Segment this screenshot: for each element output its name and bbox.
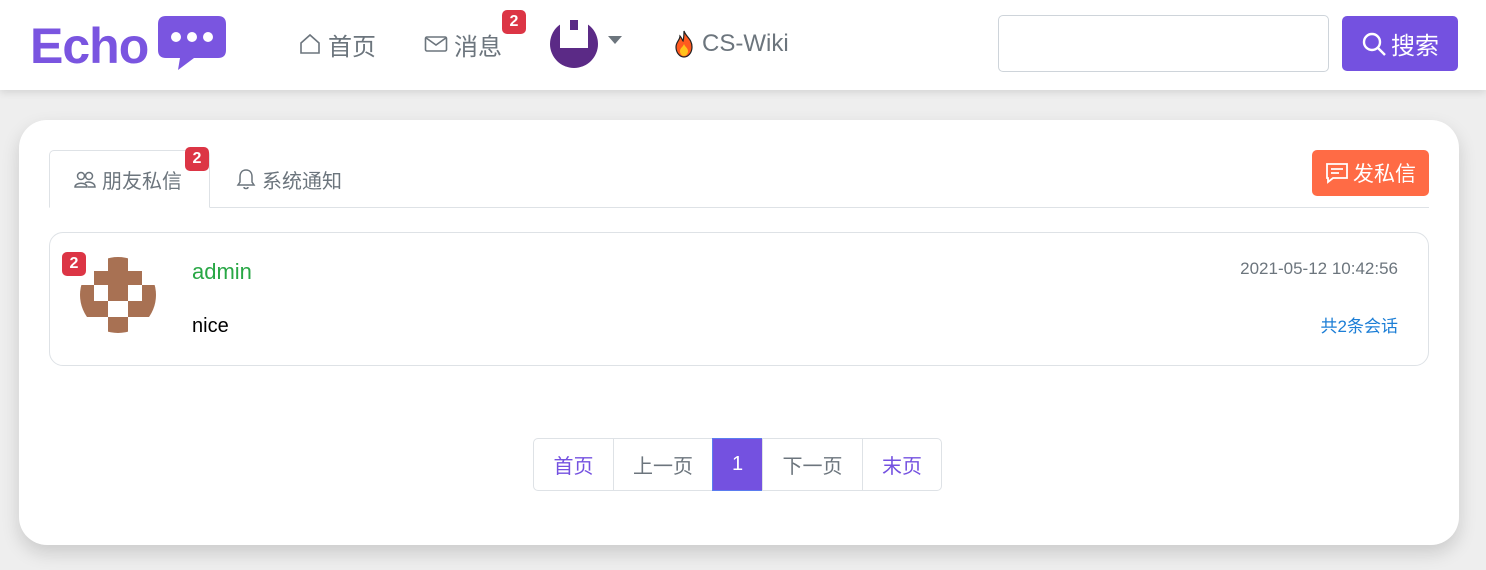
- search-input[interactable]: [998, 15, 1329, 72]
- search-button[interactable]: 搜索: [1342, 16, 1458, 71]
- conversation-count-link[interactable]: 共2条会话: [1321, 312, 1398, 337]
- user-avatar[interactable]: [550, 20, 598, 68]
- nav-messages[interactable]: 消息: [424, 26, 502, 62]
- conversation-avatar[interactable]: [80, 257, 156, 333]
- conversation-username: admin: [192, 259, 252, 284]
- navbar: Echo 首页 消息 2 CS-Wiki 搜索: [0, 0, 1486, 90]
- nav-cs-wiki[interactable]: CS-Wiki: [672, 26, 789, 62]
- conversation-unread-badge: 2: [62, 252, 86, 276]
- search-icon: [1362, 32, 1386, 56]
- search-button-label: 搜索: [1391, 33, 1439, 60]
- send-letter-label: 发私信: [1353, 163, 1416, 186]
- conversation-message: nice: [192, 315, 229, 337]
- conversation-item[interactable]: 2 admin nice 2021-05-12 10:42:56 共2条会话: [49, 232, 1429, 366]
- chat-icon: [1326, 163, 1348, 184]
- friends-badge: 2: [185, 147, 209, 171]
- nav-home[interactable]: 首页: [298, 26, 376, 62]
- nav-wiki-label: CS-Wiki: [702, 30, 789, 57]
- bell-icon: [236, 169, 256, 190]
- logo-text: Echo: [30, 17, 149, 74]
- messages-badge: 2: [502, 10, 526, 34]
- letter-card: 朋友私信 2 系统通知 发私信 2 admin nice 2021-05-12 …: [19, 120, 1459, 545]
- people-icon: [74, 171, 96, 188]
- user-menu-caret-icon[interactable]: [608, 36, 622, 44]
- nav-home-label: 首页: [328, 33, 376, 61]
- send-letter-button[interactable]: 发私信: [1312, 150, 1429, 196]
- tab-friends-label: 朋友私信: [102, 170, 182, 193]
- page-first[interactable]: 首页: [533, 438, 614, 491]
- conversation-time: 2021-05-12 10:42:56: [1240, 259, 1398, 278]
- page-next[interactable]: 下一页: [762, 438, 863, 491]
- page-last[interactable]: 末页: [862, 438, 942, 491]
- tab-notice-label: 系统通知: [262, 170, 342, 193]
- tab-bar: 朋友私信 2 系统通知: [49, 147, 1429, 208]
- pagination: 首页 上一页 1 下一页 末页: [533, 438, 942, 491]
- page-prev[interactable]: 上一页: [613, 438, 713, 491]
- chat-bubble-logo-icon: [156, 14, 228, 77]
- logo[interactable]: Echo: [30, 14, 228, 77]
- nav-messages-label: 消息: [454, 33, 502, 61]
- tab-notice[interactable]: 系统通知: [212, 150, 366, 208]
- page-current[interactable]: 1: [712, 438, 763, 491]
- home-icon: [300, 33, 320, 54]
- envelope-icon: [424, 36, 448, 52]
- fire-icon: [675, 30, 693, 58]
